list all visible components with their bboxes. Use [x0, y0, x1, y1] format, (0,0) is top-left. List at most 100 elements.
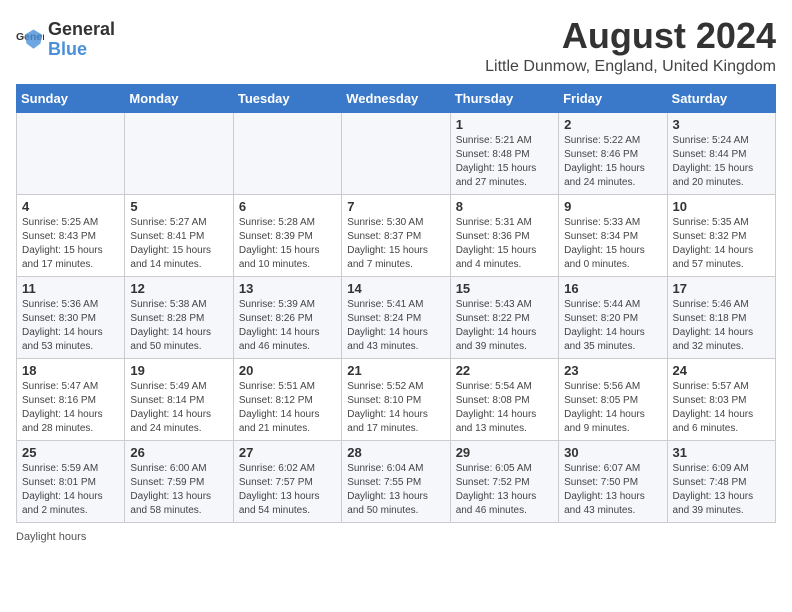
- day-number: 23: [564, 363, 661, 378]
- day-number: 30: [564, 445, 661, 460]
- day-number: 12: [130, 281, 227, 296]
- calendar-cell: 12 Sunrise: 5:38 AM Sunset: 8:28 PM Dayli…: [125, 276, 233, 358]
- day-info: Sunrise: 5:31 AM Sunset: 8:36 PM Dayligh…: [456, 216, 553, 272]
- day-info: Sunrise: 5:41 AM Sunset: 8:24 PM Dayligh…: [347, 298, 444, 354]
- calendar-cell: 5 Sunrise: 5:27 AM Sunset: 8:41 PM Daylig…: [125, 194, 233, 276]
- calendar-cell: 25 Sunrise: 5:59 AM Sunset: 8:01 PM Dayli…: [17, 440, 125, 522]
- day-info: Sunrise: 5:27 AM Sunset: 8:41 PM Dayligh…: [130, 216, 227, 272]
- day-info: Sunrise: 5:51 AM Sunset: 8:12 PM Dayligh…: [239, 380, 336, 436]
- calendar-cell: 20Sunrise: 5:51 AM Sunset: 8:12 PM Dayli…: [233, 358, 341, 440]
- calendar-day-header: Monday: [125, 84, 233, 112]
- calendar-cell: 16 Sunrise: 5:44 AM Sunset: 8:20 PM Dayli…: [559, 276, 667, 358]
- day-number: 31: [673, 445, 770, 460]
- day-info: Sunrise: 5:49 AM Sunset: 8:14 PM Dayligh…: [130, 380, 227, 436]
- calendar-day-header: Friday: [559, 84, 667, 112]
- calendar-cell: 11Sunrise: 5:36 AM Sunset: 8:30 PM Dayli…: [17, 276, 125, 358]
- footer: Daylight hours: [16, 531, 776, 543]
- day-info: Sunrise: 5:43 AM Sunset: 8:22 PM Dayligh…: [456, 298, 553, 354]
- calendar-cell: 26 Sunrise: 6:00 AM Sunset: 7:59 PM Dayli…: [125, 440, 233, 522]
- calendar-cell: [233, 112, 341, 194]
- calendar-day-header: Sunday: [17, 84, 125, 112]
- day-number: 8: [456, 199, 553, 214]
- day-info: Sunrise: 5:56 AM Sunset: 8:05 PM Dayligh…: [564, 380, 661, 436]
- calendar-header-row: SundayMondayTuesdayWednesdayThursdayFrid…: [17, 84, 776, 112]
- calendar-cell: 30 Sunrise: 6:07 AM Sunset: 7:50 PM Dayli…: [559, 440, 667, 522]
- calendar-cell: 23 Sunrise: 5:56 AM Sunset: 8:05 PM Dayli…: [559, 358, 667, 440]
- day-info: Sunrise: 5:28 AM Sunset: 8:39 PM Dayligh…: [239, 216, 336, 272]
- day-number: 29: [456, 445, 553, 460]
- day-info: Sunrise: 5:21 AM Sunset: 8:48 PM Dayligh…: [456, 134, 553, 190]
- calendar-cell: 21Sunrise: 5:52 AM Sunset: 8:10 PM Dayli…: [342, 358, 450, 440]
- location: Little Dunmow, England, United Kingdom: [485, 58, 776, 76]
- day-info: Sunrise: 6:00 AM Sunset: 7:59 PM Dayligh…: [130, 462, 227, 518]
- footer-text: Daylight hours: [16, 531, 86, 543]
- calendar-cell: 7 Sunrise: 5:30 AM Sunset: 8:37 PM Daylig…: [342, 194, 450, 276]
- calendar-cell: 17 Sunrise: 5:46 AM Sunset: 8:18 PM Dayli…: [667, 276, 775, 358]
- day-number: 3: [673, 117, 770, 132]
- day-number: 1: [456, 117, 553, 132]
- calendar-cell: 9Sunrise: 5:33 AM Sunset: 8:34 PM Daylig…: [559, 194, 667, 276]
- day-info: Sunrise: 5:54 AM Sunset: 8:08 PM Dayligh…: [456, 380, 553, 436]
- day-number: 25: [22, 445, 119, 460]
- calendar-week-row: 11Sunrise: 5:36 AM Sunset: 8:30 PM Dayli…: [17, 276, 776, 358]
- day-number: 28: [347, 445, 444, 460]
- day-number: 7: [347, 199, 444, 214]
- day-number: 6: [239, 199, 336, 214]
- calendar-table: SundayMondayTuesdayWednesdayThursdayFrid…: [16, 84, 776, 523]
- day-number: 17: [673, 281, 770, 296]
- day-info: Sunrise: 5:44 AM Sunset: 8:20 PM Dayligh…: [564, 298, 661, 354]
- day-info: Sunrise: 6:07 AM Sunset: 7:50 PM Dayligh…: [564, 462, 661, 518]
- day-info: Sunrise: 6:09 AM Sunset: 7:48 PM Dayligh…: [673, 462, 770, 518]
- calendar-day-header: Tuesday: [233, 84, 341, 112]
- calendar-day-header: Wednesday: [342, 84, 450, 112]
- calendar-cell: 29 Sunrise: 6:05 AM Sunset: 7:52 PM Dayli…: [450, 440, 558, 522]
- day-number: 13: [239, 281, 336, 296]
- day-info: Sunrise: 5:25 AM Sunset: 8:43 PM Dayligh…: [22, 216, 119, 272]
- day-info: Sunrise: 5:57 AM Sunset: 8:03 PM Dayligh…: [673, 380, 770, 436]
- day-number: 4: [22, 199, 119, 214]
- day-info: Sunrise: 5:47 AM Sunset: 8:16 PM Dayligh…: [22, 380, 119, 436]
- calendar-week-row: 4 Sunrise: 5:25 AM Sunset: 8:43 PM Daylig…: [17, 194, 776, 276]
- day-number: 24: [673, 363, 770, 378]
- calendar-cell: 1 Sunrise: 5:21 AM Sunset: 8:48 PM Daylig…: [450, 112, 558, 194]
- calendar-cell: 4 Sunrise: 5:25 AM Sunset: 8:43 PM Daylig…: [17, 194, 125, 276]
- calendar-cell: 6 Sunrise: 5:28 AM Sunset: 8:39 PM Daylig…: [233, 194, 341, 276]
- calendar-cell: [342, 112, 450, 194]
- day-number: 19: [130, 363, 227, 378]
- day-number: 21: [347, 363, 444, 378]
- calendar-cell: 27Sunrise: 6:02 AM Sunset: 7:57 PM Dayli…: [233, 440, 341, 522]
- calendar-week-row: 25 Sunrise: 5:59 AM Sunset: 8:01 PM Dayli…: [17, 440, 776, 522]
- logo-text: GeneralBlue: [48, 20, 115, 60]
- day-info: Sunrise: 6:05 AM Sunset: 7:52 PM Dayligh…: [456, 462, 553, 518]
- day-info: Sunrise: 5:39 AM Sunset: 8:26 PM Dayligh…: [239, 298, 336, 354]
- month-year: August 2024: [485, 16, 776, 56]
- day-number: 11: [22, 281, 119, 296]
- calendar-cell: 19 Sunrise: 5:49 AM Sunset: 8:14 PM Dayli…: [125, 358, 233, 440]
- calendar-cell: 8 Sunrise: 5:31 AM Sunset: 8:36 PM Daylig…: [450, 194, 558, 276]
- calendar-week-row: 18 Sunrise: 5:47 AM Sunset: 8:16 PM Dayli…: [17, 358, 776, 440]
- calendar-cell: 31 Sunrise: 6:09 AM Sunset: 7:48 PM Dayli…: [667, 440, 775, 522]
- day-info: Sunrise: 5:33 AM Sunset: 8:34 PM Dayligh…: [564, 216, 661, 272]
- day-number: 27: [239, 445, 336, 460]
- day-number: 16: [564, 281, 661, 296]
- logo: General GeneralBlue: [16, 20, 115, 60]
- calendar-week-row: 1 Sunrise: 5:21 AM Sunset: 8:48 PM Daylig…: [17, 112, 776, 194]
- calendar-day-header: Saturday: [667, 84, 775, 112]
- day-info: Sunrise: 5:59 AM Sunset: 8:01 PM Dayligh…: [22, 462, 119, 518]
- calendar-cell: 15Sunrise: 5:43 AM Sunset: 8:22 PM Dayli…: [450, 276, 558, 358]
- calendar-cell: [17, 112, 125, 194]
- day-info: Sunrise: 5:38 AM Sunset: 8:28 PM Dayligh…: [130, 298, 227, 354]
- day-number: 5: [130, 199, 227, 214]
- day-info: Sunrise: 5:30 AM Sunset: 8:37 PM Dayligh…: [347, 216, 444, 272]
- calendar-cell: 10Sunrise: 5:35 AM Sunset: 8:32 PM Dayli…: [667, 194, 775, 276]
- day-info: Sunrise: 6:04 AM Sunset: 7:55 PM Dayligh…: [347, 462, 444, 518]
- calendar-cell: 28 Sunrise: 6:04 AM Sunset: 7:55 PM Dayli…: [342, 440, 450, 522]
- calendar-cell: 22Sunrise: 5:54 AM Sunset: 8:08 PM Dayli…: [450, 358, 558, 440]
- day-number: 26: [130, 445, 227, 460]
- calendar-cell: [125, 112, 233, 194]
- day-number: 2: [564, 117, 661, 132]
- calendar-cell: 14Sunrise: 5:41 AM Sunset: 8:24 PM Dayli…: [342, 276, 450, 358]
- day-number: 18: [22, 363, 119, 378]
- day-info: Sunrise: 5:35 AM Sunset: 8:32 PM Dayligh…: [673, 216, 770, 272]
- day-info: Sunrise: 5:46 AM Sunset: 8:18 PM Dayligh…: [673, 298, 770, 354]
